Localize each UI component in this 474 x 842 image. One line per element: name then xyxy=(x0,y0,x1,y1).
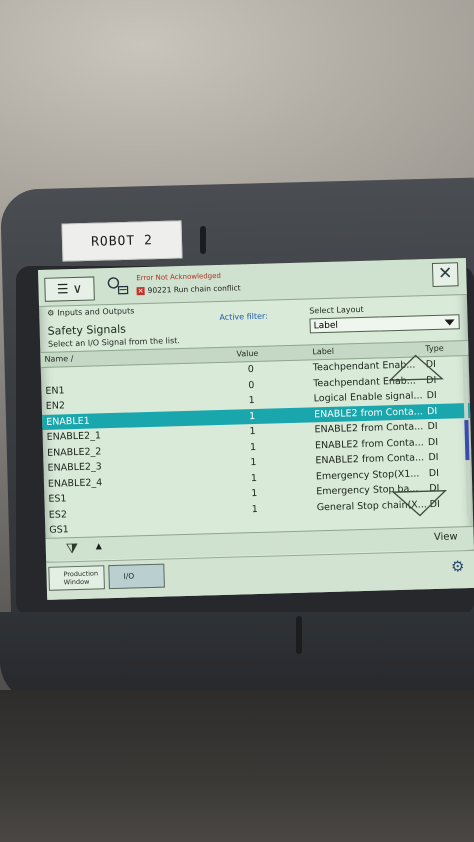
signal-value: 1 xyxy=(249,425,256,438)
task-io[interactable]: I/O xyxy=(108,563,165,590)
signal-name: GS1 xyxy=(49,524,69,536)
signal-type: DI xyxy=(426,405,438,417)
signal-value: 1 xyxy=(250,456,257,469)
breadcrumb-app: Inputs and Outputs xyxy=(57,306,135,318)
signal-label: ENABLE2 from Conta... xyxy=(314,436,424,451)
signal-value: 1 xyxy=(248,410,256,422)
chevron-down-icon xyxy=(444,319,455,326)
error-status-message[interactable]: ✕ 90221 Run chain conflict xyxy=(136,283,241,295)
signal-label: Emergency Stop(X1... xyxy=(315,467,420,482)
signal-value: 0 xyxy=(248,379,255,391)
signal-value: 1 xyxy=(249,441,257,453)
error-x-icon: ✕ xyxy=(136,286,145,295)
signal-name: EN2 xyxy=(45,400,66,412)
task1-label-line2: Window xyxy=(63,577,90,587)
task2-label: I/O xyxy=(123,571,135,581)
signal-value: 1 xyxy=(248,395,255,407)
operator-window-icon[interactable] xyxy=(104,275,131,298)
quickset-gear-icon[interactable]: ⚙ xyxy=(451,557,465,575)
task-production-window[interactable]: Production Window xyxy=(48,565,105,591)
signal-name: ENABLE2_4 xyxy=(47,476,103,490)
signal-type: DI xyxy=(426,389,437,402)
signal-type: DI xyxy=(427,420,438,433)
signal-name: EN1 xyxy=(45,384,65,397)
signal-value: 0 xyxy=(247,364,255,376)
signal-name: ES2 xyxy=(48,508,68,521)
signal-value: 1 xyxy=(251,503,258,515)
signal-label: ENABLE2 from Conta... xyxy=(315,452,425,467)
column-header-label[interactable]: Label xyxy=(312,347,334,357)
error-message-text: 90221 Run chain conflict xyxy=(147,283,241,295)
pendant-lower-body xyxy=(0,612,474,702)
scroll-up-icon[interactable] xyxy=(385,353,446,385)
page-instruction: Select an I/O Signal from the list. xyxy=(47,336,181,349)
active-filter-label: Active filter: xyxy=(219,311,268,322)
column-header-value[interactable]: Value xyxy=(236,349,258,359)
pendant-side-button[interactable] xyxy=(296,616,302,654)
error-status-title: Error Not Acknowledged xyxy=(136,271,222,283)
signal-name: ES1 xyxy=(48,493,67,505)
close-button[interactable]: ✕ xyxy=(431,262,459,287)
signal-label: ENABLE2 from Conta... xyxy=(313,405,423,420)
flexpendant-screen: ☰ ∨ Error Not Acknowledged ✕ 90221 Run c… xyxy=(38,258,474,600)
column-header-name[interactable]: Name ∕ xyxy=(44,354,73,364)
main-menu-button[interactable]: ☰ ∨ xyxy=(44,276,95,302)
filter-icon[interactable]: ⧩ xyxy=(66,541,79,557)
breadcrumb: ⚙ Inputs and Outputs xyxy=(47,306,134,317)
view-button[interactable]: View xyxy=(434,531,458,543)
signal-name: ENABLE2_1 xyxy=(46,430,102,443)
signal-name: ENABLE2_3 xyxy=(47,461,102,474)
scroll-down-icon[interactable] xyxy=(389,487,450,519)
expand-up-icon[interactable]: ▲ xyxy=(96,541,102,550)
background-floor-bottom xyxy=(0,690,474,842)
select-layout-dropdown[interactable]: Label xyxy=(309,314,460,334)
signal-type: DI xyxy=(428,451,439,464)
signal-label: ENABLE2 from Conta... xyxy=(314,421,424,436)
signal-label: Logical Enable signal... xyxy=(313,390,423,405)
signal-type: DI xyxy=(427,436,439,448)
io-app-icon: ⚙ xyxy=(47,308,55,318)
robot-label-sticker: ROBOT 2 xyxy=(61,220,183,262)
signal-value: 1 xyxy=(251,487,258,500)
page-title: Safety Signals xyxy=(47,322,127,338)
signal-name: ENABLE2_2 xyxy=(46,445,102,459)
signal-value: 1 xyxy=(250,472,258,484)
select-layout-value: Label xyxy=(313,320,339,332)
signal-table: Name ∕ Value Label Type 0 Teachpendant En… xyxy=(40,340,473,536)
signal-type: DI xyxy=(428,467,440,479)
pendant-top-button[interactable] xyxy=(200,226,206,254)
select-layout-label: Select Layout xyxy=(309,304,364,316)
signal-name: ENABLE1 xyxy=(46,415,90,428)
